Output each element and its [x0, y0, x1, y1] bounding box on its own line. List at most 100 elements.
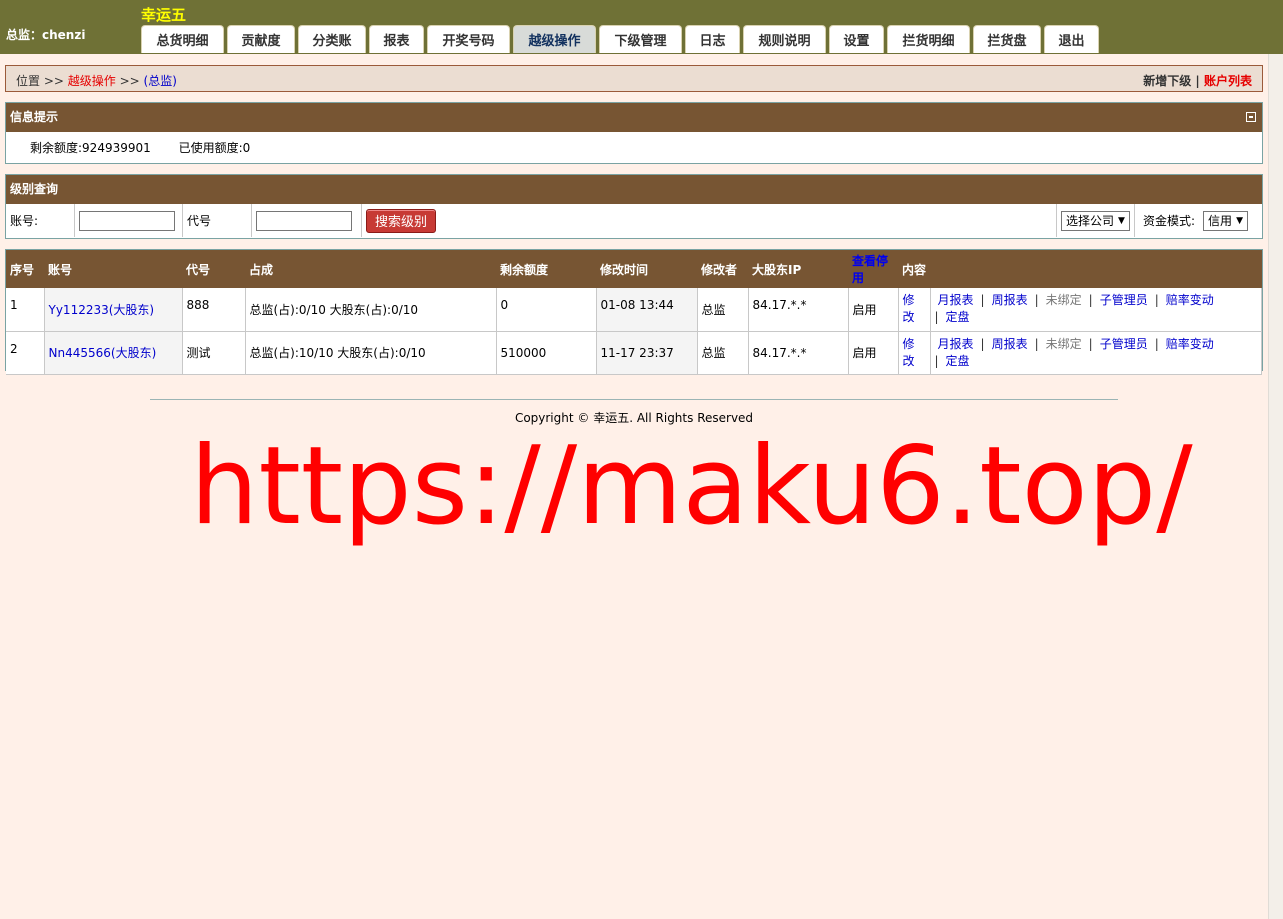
search-row: 账号: 代号 搜索级别 选择公司 ▼ 资金模式: 信用 ▼ [6, 204, 1262, 237]
breadcrumb-actions: 新增下级 | 账户列表 [1143, 72, 1252, 89]
col-modifier: 修改者 [697, 250, 748, 288]
row-edit-link[interactable]: 修改 [898, 331, 931, 375]
view-disabled-link[interactable]: 查看停用 [852, 254, 888, 285]
monthly-report-link[interactable]: 月报表 [938, 337, 974, 351]
row-remaining: 510000 [496, 331, 597, 375]
row-ip: 84.17.*.* [748, 288, 849, 332]
tab-total-detail[interactable]: 总货明细 [141, 25, 224, 53]
tab-intercept-board[interactable]: 拦货盘 [973, 25, 1041, 53]
col-share: 占成 [245, 250, 496, 288]
tab-category-ledger[interactable]: 分类账 [298, 25, 366, 53]
breadcrumb-level[interactable]: (总监) [144, 74, 177, 88]
odds-change-link[interactable]: 赔率变动 [1166, 293, 1214, 307]
level-search-panel: 级别查询 账号: 代号 搜索级别 选择公司 ▼ 资金模式: 信用 ▼ [5, 174, 1263, 239]
col-view-disabled: 查看停用 [848, 250, 898, 288]
row-share: 总监(占):0/10 大股东(占):0/10 [245, 288, 497, 332]
code-input[interactable] [256, 210, 352, 231]
account-input[interactable] [79, 210, 175, 231]
tab-settings[interactable]: 设置 [829, 25, 884, 53]
account-link[interactable]: Yy112233(大股东) [49, 303, 155, 317]
row-operations: 月报表 | 周报表 | 未绑定 | 子管理员 | 赔率变动 | 定盘 [930, 288, 1262, 332]
sub-admin-link[interactable]: 子管理员 [1100, 293, 1148, 307]
remaining-credit: 剩余额度:924939901 [30, 141, 151, 155]
op-separator: | [1034, 336, 1039, 351]
tab-contribution[interactable]: 贡献度 [227, 25, 295, 53]
op-separator: | [934, 353, 939, 368]
op-separator: | [1034, 293, 1039, 308]
row-modifier: 总监 [697, 288, 749, 332]
info-panel-header: 信息提示 [6, 103, 1262, 132]
tab-logout[interactable]: 退出 [1044, 25, 1099, 53]
fixed-board-link[interactable]: 定盘 [946, 310, 970, 324]
breadcrumb-action-divider: | [1191, 74, 1204, 88]
op-separator: | [934, 310, 939, 325]
used-credit: 已使用额度:0 [178, 141, 251, 155]
tab-logs[interactable]: 日志 [685, 25, 740, 53]
weekly-report-link[interactable]: 周报表 [992, 293, 1028, 307]
chevron-down-icon: ▼ [1118, 215, 1125, 226]
breadcrumb-bar: 位置 >> 越级操作 >> (总监) 新增下级 | 账户列表 [5, 65, 1263, 92]
search-button-cell: 搜索级别 [362, 204, 1057, 237]
tab-skip-level-ops[interactable]: 越级操作 [513, 25, 596, 53]
search-panel-title: 级别查询 [10, 182, 59, 196]
row-remaining: 0 [496, 288, 597, 332]
row-edit-link[interactable]: 修改 [898, 288, 931, 332]
tab-draw-numbers[interactable]: 开奖号码 [427, 25, 510, 53]
company-select[interactable]: 选择公司 ▼ [1061, 210, 1130, 231]
col-remaining: 剩余额度 [496, 250, 596, 288]
row-status[interactable]: 启用 [848, 288, 899, 332]
fund-mode-select[interactable]: 信用 ▼ [1203, 210, 1248, 231]
row-account-cell: Nn445566(大股东) [44, 331, 183, 375]
company-select-cell: 选择公司 ▼ [1057, 204, 1135, 237]
row-code: 888 [182, 288, 246, 332]
unbound-label: 未绑定 [1045, 336, 1082, 351]
page-scrollbar[interactable] [1268, 54, 1283, 919]
op-separator: | [1154, 336, 1159, 351]
account-list-link[interactable]: 账户列表 [1204, 74, 1252, 88]
row-account-cell: Yy112233(大股东) [44, 288, 183, 332]
op-separator: | [1154, 293, 1159, 308]
row-ip: 84.17.*.* [748, 331, 849, 375]
row-modifier: 总监 [697, 331, 749, 375]
code-input-cell [252, 204, 362, 237]
accounts-table: 序号 账号 代号 占成 剩余额度 修改时间 修改者 大股东IP 查看停用 内容 … [6, 250, 1262, 375]
op-separator: | [1088, 293, 1093, 308]
info-panel-title: 信息提示 [10, 110, 59, 124]
op-separator: | [980, 336, 985, 351]
fund-mode-label: 资金模式: [1143, 214, 1196, 228]
table-row: 2 Nn445566(大股东) 测试 总监(占):10/10 大股东(占):0/… [6, 331, 1262, 375]
breadcrumb: 位置 >> 越级操作 >> (总监) [16, 72, 177, 89]
tab-reports[interactable]: 报表 [369, 25, 424, 53]
tab-rules[interactable]: 规则说明 [743, 25, 826, 53]
row-share: 总监(占):10/10 大股东(占):0/10 [245, 331, 497, 375]
sub-admin-link[interactable]: 子管理员 [1100, 337, 1148, 351]
fund-mode-cell: 资金模式: 信用 ▼ [1135, 204, 1264, 237]
company-select-value: 选择公司 [1066, 214, 1115, 228]
watermark-url: https://maku6.top/ [190, 424, 1193, 549]
account-input-cell [75, 204, 183, 237]
account-link[interactable]: Nn445566(大股东) [49, 346, 157, 360]
accounts-table-panel: 序号 账号 代号 占成 剩余额度 修改时间 修改者 大股东IP 查看停用 内容 … [5, 249, 1263, 375]
add-subordinate-link[interactable]: 新增下级 [1143, 74, 1191, 88]
account-label: 账号: [6, 204, 75, 237]
odds-change-link[interactable]: 赔率变动 [1166, 337, 1214, 351]
op-separator: | [1088, 336, 1093, 351]
tab-sub-management[interactable]: 下级管理 [599, 25, 682, 53]
collapse-icon[interactable] [1246, 112, 1256, 122]
breadcrumb-current[interactable]: 越级操作 [68, 74, 116, 88]
col-ip: 大股东IP [748, 250, 848, 288]
row-code: 测试 [182, 331, 246, 375]
weekly-report-link[interactable]: 周报表 [992, 337, 1028, 351]
user-label: 总监：chenzi [6, 28, 86, 42]
fixed-board-link[interactable]: 定盘 [946, 354, 970, 368]
row-no: 2 [6, 331, 45, 375]
info-panel: 信息提示 剩余额度:924939901 已使用额度:0 [5, 102, 1263, 164]
monthly-report-link[interactable]: 月报表 [938, 293, 974, 307]
breadcrumb-prefix: 位置 >> [16, 74, 68, 88]
row-no: 1 [6, 288, 45, 332]
row-operations: 月报表 | 周报表 | 未绑定 | 子管理员 | 赔率变动 | 定盘 [930, 331, 1262, 375]
search-level-button[interactable]: 搜索级别 [366, 208, 437, 233]
top-header: 总监：chenzi 幸运五 总货明细 贡献度 分类账 报表 开奖号码 越级操作 … [0, 0, 1283, 54]
row-status[interactable]: 启用 [848, 331, 899, 375]
tab-intercept-detail[interactable]: 拦货明细 [887, 25, 970, 53]
